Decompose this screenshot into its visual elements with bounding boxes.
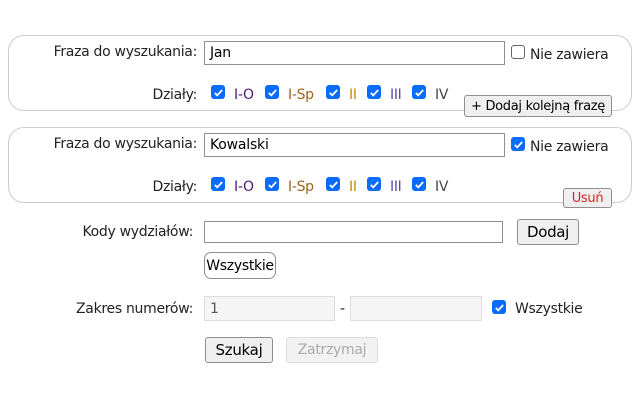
dept-label: I-Sp (288, 179, 314, 195)
range-all-label: Wszystkie (515, 301, 583, 317)
add-phrase-button[interactable]: + Dodaj kolejną frazę (464, 95, 612, 117)
remove-phrase-button[interactable]: Usuń (563, 188, 612, 208)
dept-checkbox-i-o[interactable] (211, 177, 225, 191)
codes-input[interactable] (204, 221, 503, 243)
not-contains-label: Nie zawiera (530, 47, 609, 63)
codes-label: Kody wydziałów: (82, 224, 193, 240)
phrase-input-value: Kowalski (210, 137, 269, 153)
dept-checkbox-iv[interactable] (412, 177, 426, 191)
dept-checkbox-i-sp[interactable] (265, 177, 279, 191)
range-label: Zakres numerów: (76, 301, 193, 317)
dept-label: I-O (234, 87, 254, 103)
range-all-checkbox[interactable] (492, 300, 506, 314)
dept-label: III (390, 179, 402, 195)
range-from-input[interactable] (204, 296, 335, 321)
phrase-label: Fraza do wyszukania: (53, 44, 198, 60)
dept-checkbox-i-sp[interactable] (265, 85, 279, 99)
not-contains-label: Nie zawiera (530, 139, 609, 155)
dept-label: I-O (234, 179, 254, 195)
not-contains-checkbox[interactable] (511, 45, 525, 59)
dept-label: IV (435, 179, 449, 195)
dept-checkbox-iii[interactable] (367, 177, 381, 191)
phrase-input[interactable]: Kowalski (204, 133, 505, 157)
dept-checkbox-iv[interactable] (412, 85, 426, 99)
phrase-input[interactable]: Jan (204, 41, 505, 65)
range-to-input[interactable] (350, 296, 482, 321)
depts-label: Działy: (152, 179, 198, 195)
add-code-button[interactable]: Dodaj (517, 219, 579, 245)
dept-label: I-Sp (288, 87, 314, 103)
dept-label: II (349, 87, 357, 103)
range-separator: - (340, 301, 345, 317)
depts-label: Działy: (152, 87, 198, 103)
dept-label: IV (435, 87, 449, 103)
dept-checkbox-ii[interactable] (326, 177, 340, 191)
all-codes-button[interactable]: Wszystkie (204, 252, 276, 279)
search-button[interactable]: Szukaj (205, 337, 273, 363)
dept-label: III (390, 87, 402, 103)
dept-label: II (349, 179, 357, 195)
not-contains-checkbox[interactable] (511, 137, 525, 151)
dept-checkbox-iii[interactable] (367, 85, 381, 99)
dept-checkbox-i-o[interactable] (211, 85, 225, 99)
phrase-input-value: Jan (210, 45, 231, 61)
dept-checkbox-ii[interactable] (326, 85, 340, 99)
phrase-label: Fraza do wyszukania: (53, 136, 198, 152)
stop-button[interactable]: Zatrzymaj (286, 337, 378, 363)
